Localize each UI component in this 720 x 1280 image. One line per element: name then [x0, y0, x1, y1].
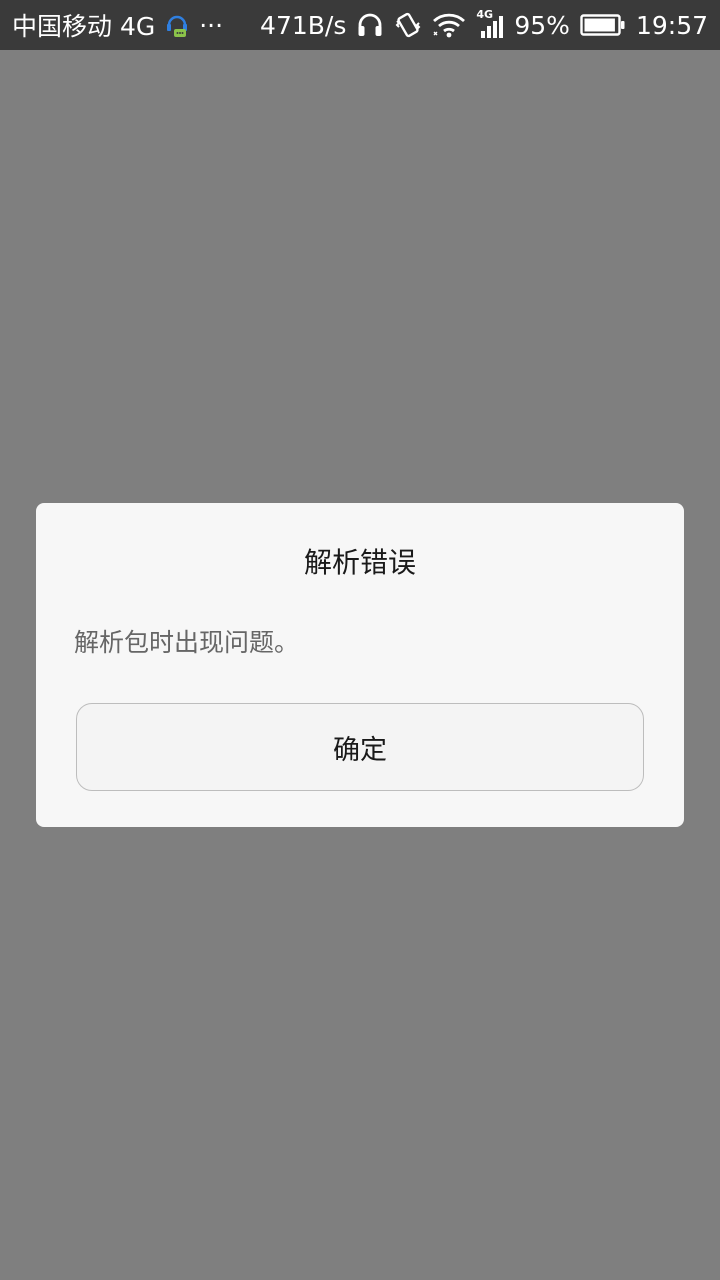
battery-icon: [580, 13, 626, 37]
carrier-label: 中国移动 4G: [12, 12, 156, 41]
error-dialog: 解析错误 解析包时出现问题。 确定: [36, 503, 684, 827]
cell-signal-icon: 4G: [476, 8, 504, 40]
headphones-icon: [356, 11, 384, 39]
dialog-title: 解析错误: [303, 546, 416, 579]
status-bar-right: 471B/s 4G 95% 19:57: [260, 8, 708, 40]
battery-percent: 95%: [514, 10, 570, 40]
vibrate-icon: [394, 11, 422, 39]
status-bar-left: 中国移动 4G ···: [12, 7, 223, 43]
ok-button[interactable]: 确定: [76, 703, 644, 791]
dialog-message: 解析包时出现问题。: [74, 628, 300, 657]
network-speed: 471B/s: [260, 10, 347, 40]
wifi-icon: [432, 12, 466, 38]
assistant-icon: [165, 11, 189, 39]
more-notifications-icon: ···: [199, 10, 224, 40]
clock: 19:57: [635, 10, 708, 40]
screen: 中国移动 4G ··· 471B/s 4G 95% 19:57 解析错误 解析包…: [0, 0, 720, 1280]
status-bar: 中国移动 4G ··· 471B/s 4G 95% 19:57: [0, 0, 720, 50]
